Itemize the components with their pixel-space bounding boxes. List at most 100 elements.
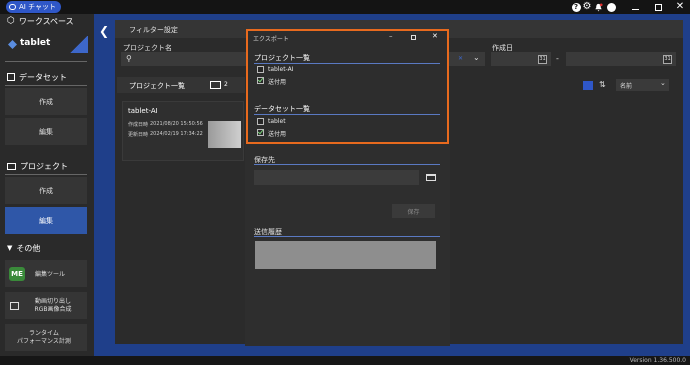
runtime-performance-label: ランタイム パフォーマンス計測 xyxy=(17,329,71,345)
export-body: 保存先 保存 送信履歴 xyxy=(245,144,450,346)
filter-title: フィルター設定 xyxy=(129,26,178,34)
project-item-label: tablet-AI xyxy=(268,66,294,73)
runtime-performance-button[interactable]: ランタイム パフォーマンス計測 xyxy=(5,324,87,351)
project-header: プロジェクト xyxy=(0,159,94,173)
dataset-edit-label: 編集 xyxy=(39,127,53,136)
project-section-title: プロジェクト一覧 xyxy=(254,54,310,62)
filter-dropdown-marker-icon: ✕ xyxy=(458,55,464,62)
maximize-icon[interactable] xyxy=(653,2,663,12)
help-icon[interactable]: ? xyxy=(571,2,581,12)
maximize-icon[interactable] xyxy=(411,35,416,40)
search-icon: ⚲ xyxy=(126,54,132,63)
chevron-down-icon: ⌄ xyxy=(473,53,480,62)
sort-select-value: 名前 xyxy=(620,83,633,90)
workspace-label: ワークスペース xyxy=(18,16,74,26)
close-icon[interactable]: ✕ xyxy=(675,2,685,12)
dataset-edit-button[interactable]: 編集 xyxy=(5,118,87,145)
dataset-item-label: tablet xyxy=(268,118,286,125)
workspace-header: ⬡ ワークスペース xyxy=(0,14,94,28)
workspace-corner-icon xyxy=(70,36,88,53)
created-date-from-input[interactable]: 31 xyxy=(491,52,551,66)
other-header: ▼ その他 xyxy=(0,241,94,255)
created-date-to-input[interactable]: 31 xyxy=(566,52,676,66)
send-history-list[interactable] xyxy=(255,241,436,269)
project-checkbox-soufuyou[interactable] xyxy=(257,77,264,84)
export-dialog: エクスポート – ✕ プロジェクト一覧 tablet-AI 送付用 データセット… xyxy=(246,29,449,144)
calendar-icon[interactable]: 31 xyxy=(538,55,547,64)
workspace-logo-icon xyxy=(8,40,17,49)
video-extract-button[interactable]: 動画切り出し RGB画像合成 xyxy=(5,292,87,319)
workspace-name: tablet xyxy=(20,38,51,48)
dataset-label: データセット xyxy=(19,72,67,82)
dataset-icon xyxy=(7,73,15,81)
sort-select[interactable]: 名前 ⌄ xyxy=(616,79,669,91)
user-icon[interactable] xyxy=(606,2,616,12)
divider xyxy=(5,61,87,62)
workspace-selector[interactable]: tablet xyxy=(8,34,88,54)
section-divider xyxy=(254,114,440,115)
dataset-checkbox-tablet[interactable] xyxy=(257,118,264,125)
dataset-header: データセット xyxy=(0,70,94,84)
gear-icon[interactable]: ⚙ xyxy=(582,2,592,12)
save-button-label: 保存 xyxy=(407,208,420,216)
dialog-title: エクスポート xyxy=(253,36,289,43)
filter-dropdown[interactable]: ⌄ ✕ xyxy=(449,52,485,66)
save-path-input[interactable] xyxy=(254,170,419,185)
project-count-icon xyxy=(210,81,221,89)
created-label: 作成日時 xyxy=(128,122,149,128)
dataset-item-label: 送付用 xyxy=(268,131,287,138)
edit-tool-button[interactable]: ME 編集ツール xyxy=(5,260,87,287)
project-create-label: 作成 xyxy=(39,186,53,195)
divider xyxy=(5,85,87,86)
status-bar: Version 1.36.500.0 xyxy=(0,356,690,365)
date-separator: - xyxy=(556,54,559,63)
project-list-header: プロジェクト一覧 2 xyxy=(117,77,245,93)
minimize-icon[interactable] xyxy=(630,2,640,12)
ai-chat-label: AI チャット xyxy=(19,3,57,11)
created-value: 2021/08/20 15:50:56 xyxy=(150,121,203,127)
project-card-name: tablet-AI xyxy=(128,107,158,115)
dataset-create-button[interactable]: 作成 xyxy=(5,88,87,115)
close-icon[interactable]: ✕ xyxy=(432,32,438,40)
dataset-create-label: 作成 xyxy=(39,97,53,106)
updated-value: 2024/02/19 17:34:22 xyxy=(150,131,203,137)
updated-label: 更新日時 xyxy=(128,132,149,138)
project-label: プロジェクト xyxy=(20,161,68,171)
me-logo-icon: ME xyxy=(9,266,25,281)
folder-icon[interactable] xyxy=(426,174,436,181)
sort-order-icon[interactable]: ⇅ xyxy=(599,80,606,89)
minimize-icon[interactable]: – xyxy=(389,32,393,40)
project-edit-button[interactable]: 編集 xyxy=(5,207,87,234)
image-icon xyxy=(10,301,19,310)
title-bar: AI チャット ? ⚙ ✕ xyxy=(0,0,690,14)
back-chevron-icon[interactable]: ❮ xyxy=(99,24,109,38)
project-count: 2 xyxy=(224,81,228,88)
other-label: その他 xyxy=(16,243,41,253)
chevron-down-icon: ⌄ xyxy=(660,79,666,87)
project-list-title: プロジェクト一覧 xyxy=(129,82,185,90)
edit-tool-label: 編集ツール xyxy=(35,271,66,278)
chat-icon xyxy=(9,4,16,10)
project-checkbox-tablet-ai[interactable] xyxy=(257,66,264,73)
calendar-icon[interactable]: 31 xyxy=(663,55,672,64)
project-edit-label: 編集 xyxy=(39,216,53,225)
project-icon xyxy=(7,162,16,170)
project-create-button[interactable]: 作成 xyxy=(5,177,87,204)
section-divider xyxy=(254,63,440,64)
video-extract-label: 動画切り出し RGB画像合成 xyxy=(34,297,72,313)
notification-icon[interactable] xyxy=(593,2,603,12)
project-item-label: 送付用 xyxy=(268,79,287,86)
save-button[interactable]: 保存 xyxy=(392,204,435,218)
project-name-input[interactable]: ⚲ xyxy=(121,52,246,66)
project-card[interactable]: tablet-AI 作成日時 2021/08/20 15:50:56 更新日時 … xyxy=(122,101,244,161)
chevron-down-icon: ▼ xyxy=(7,244,13,252)
project-thumbnail xyxy=(208,121,241,148)
sidebar: ⬡ ワークスペース tablet データセット 作成 編集 プロジェクト 作成 … xyxy=(0,14,94,356)
sort-asc-icon[interactable] xyxy=(583,81,593,90)
ai-chat-button[interactable]: AI チャット xyxy=(6,1,62,13)
divider xyxy=(5,174,87,175)
version-label: Version 1.36.500.0 xyxy=(629,357,686,364)
cube-icon: ⬡ xyxy=(7,16,15,26)
dataset-checkbox-soufuyou[interactable] xyxy=(257,129,264,136)
section-divider xyxy=(254,236,440,237)
